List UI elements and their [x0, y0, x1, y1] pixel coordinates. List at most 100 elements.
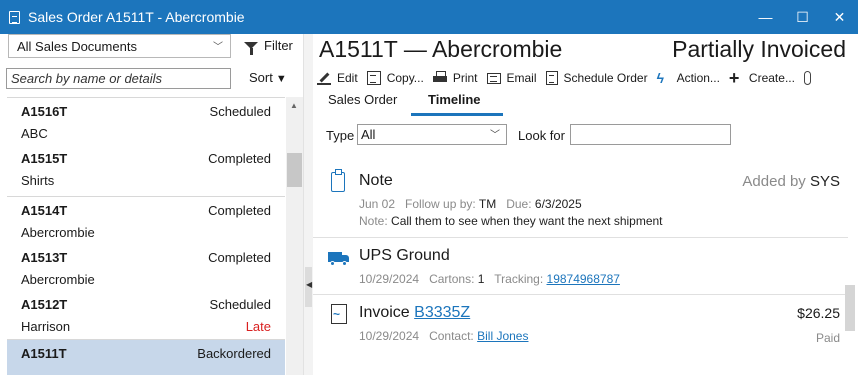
tab-timeline[interactable]: Timeline: [428, 92, 481, 107]
window-titlebar: Sales Order A1511T - Abercrombie — ☐ ✕: [0, 0, 858, 34]
shipment-title: UPS Ground: [359, 247, 450, 264]
close-button[interactable]: ✕: [821, 0, 858, 34]
order-number: A1511T: [21, 346, 67, 361]
timeline-invoice[interactable]: Invoice B3335Z $26.25 10/29/2024 Contact…: [313, 296, 848, 356]
order-customer: Harrison: [21, 319, 71, 334]
print-button[interactable]: Print: [432, 71, 478, 85]
scroll-up-icon[interactable]: ▲: [290, 101, 298, 110]
email-icon: [486, 72, 501, 84]
timeline-divider: [313, 294, 848, 295]
list-item[interactable]: A1515T Completed Shirts: [7, 145, 285, 192]
timeline-scrollbar-thumb[interactable]: [845, 285, 855, 331]
look-for-label: Look for: [518, 128, 565, 143]
list-item-selected[interactable]: A1511T Backordered: [7, 340, 285, 375]
plus-icon: +: [728, 68, 740, 88]
email-label: Email: [506, 71, 537, 85]
document-type-select[interactable]: All Sales Documents ﹀: [8, 34, 231, 58]
orders-list: A1516T Scheduled ABC A1515T Completed Sh…: [7, 97, 285, 375]
note-label: Note:: [359, 214, 388, 228]
tab-sales-order[interactable]: Sales Order: [328, 92, 397, 107]
order-status-heading: Partially Invoiced: [672, 36, 846, 62]
action-label: Action...: [676, 71, 720, 85]
type-value: All: [361, 127, 376, 142]
lightning-icon: ϟ: [656, 70, 664, 86]
timeline-note[interactable]: Note Added by SYS Jun 02 Follow up by: T…: [313, 164, 848, 234]
chevron-down-icon: ﹀: [490, 130, 500, 141]
list-item[interactable]: A1512T Scheduled Harrison Late: [7, 291, 285, 338]
printer-icon: [432, 71, 447, 85]
email-button[interactable]: Email: [486, 71, 537, 85]
document-icon: [9, 10, 20, 24]
follow-up-label: Follow up by:: [405, 197, 476, 211]
invoice-label: Invoice: [359, 304, 410, 321]
create-label: Create...: [748, 71, 795, 85]
scrollbar-thumb[interactable]: [287, 153, 302, 187]
note-title: Note: [359, 172, 393, 189]
copy-button[interactable]: Copy...: [366, 71, 424, 85]
added-by-value: SYS: [809, 173, 840, 190]
document-type-value: All Sales Documents: [17, 38, 137, 54]
order-status: Backordered: [197, 346, 271, 361]
maximize-button[interactable]: ☐: [784, 0, 821, 34]
order-customer: Shirts: [21, 173, 55, 188]
collapse-left-icon[interactable]: ◀: [306, 280, 312, 289]
timeline-shipment[interactable]: UPS Ground 10/29/2024 Cartons: 1 Trackin…: [313, 239, 848, 294]
list-item[interactable]: A1516T Scheduled ABC: [7, 98, 285, 145]
orders-pane: All Sales Documents ﹀ Filter Search by n…: [0, 34, 306, 375]
print-label: Print: [452, 71, 478, 85]
invoice-title: Invoice B3335Z: [359, 304, 470, 322]
edit-button[interactable]: Edit: [317, 71, 358, 85]
sort-arrow-icon: ▼: [275, 73, 287, 85]
tracking-link[interactable]: 19874968787: [547, 272, 620, 286]
funnel-icon: [244, 42, 258, 55]
due-value: 6/3/2025: [534, 197, 582, 211]
paperclip-icon: [803, 71, 811, 85]
edit-label: Edit: [337, 71, 358, 85]
contact-link[interactable]: Bill Jones: [477, 329, 528, 343]
search-input[interactable]: Search by name or details: [6, 68, 231, 89]
schedule-label: Schedule Order: [563, 71, 648, 85]
late-badge: Late: [245, 319, 271, 334]
list-item[interactable]: A1513T Completed Abercrombie: [7, 244, 285, 291]
action-button[interactable]: ϟ Action...: [657, 71, 720, 85]
create-button[interactable]: + Create...: [728, 68, 795, 88]
order-number: A1515T: [21, 151, 68, 166]
added-by-label: Added by: [742, 173, 806, 190]
detail-tabs: Sales Order Timeline: [313, 90, 858, 116]
tracking-label: Tracking:: [494, 272, 544, 286]
shipment-date: 10/29/2024: [359, 272, 420, 286]
filter-button[interactable]: Filter: [244, 38, 293, 55]
clipboard-icon: [331, 169, 345, 192]
pane-splitter[interactable]: ◀: [303, 34, 313, 375]
copy-label: Copy...: [386, 71, 424, 85]
look-for-input[interactable]: [570, 124, 731, 145]
added-by: Added by SYS: [742, 173, 840, 190]
window-controls: — ☐ ✕: [747, 0, 858, 34]
order-number: A1516T: [21, 104, 68, 119]
order-number: A1512T: [21, 297, 68, 312]
cartons-value: 1: [477, 272, 485, 286]
attachment-button[interactable]: [803, 71, 817, 85]
order-status: Completed: [208, 203, 271, 218]
schedule-order-button[interactable]: Schedule Order: [545, 71, 648, 85]
minimize-button[interactable]: —: [747, 0, 784, 34]
order-title: A1511T — Abercrombie: [319, 36, 563, 62]
active-tab-indicator: [411, 113, 503, 116]
invoice-date: 10/29/2024: [359, 329, 420, 343]
order-toolbar: Edit Copy... Print Email Schedule Order …: [317, 68, 826, 88]
note-details: Jun 02 Follow up by: TM Due: 6/3/2025: [359, 197, 582, 211]
type-select[interactable]: All ﹀: [357, 124, 507, 145]
invoice-number-link[interactable]: B3335Z: [414, 304, 470, 321]
list-item[interactable]: A1514T Completed Abercrombie: [7, 197, 285, 244]
order-detail-pane: A1511T — Abercrombie Partially Invoiced …: [313, 34, 858, 375]
sort-button[interactable]: Sort ▼: [249, 70, 287, 85]
truck-icon: [328, 252, 350, 266]
contact-label: Contact:: [429, 329, 474, 343]
note-date: Jun 02: [359, 197, 396, 211]
type-label: Type: [326, 128, 355, 143]
order-status: Scheduled: [209, 297, 271, 312]
order-status: Scheduled: [209, 104, 271, 119]
invoice-details: 10/29/2024 Contact: Bill Jones: [359, 329, 528, 343]
orders-scrollbar[interactable]: ▲: [286, 97, 303, 375]
pencil-icon: [317, 71, 331, 85]
